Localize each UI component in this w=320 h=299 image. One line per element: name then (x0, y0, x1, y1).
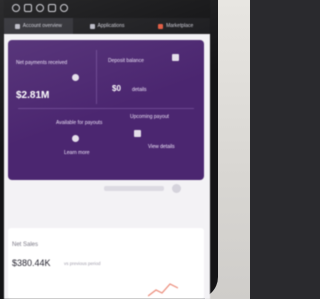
payouts-label: Available for payouts (56, 120, 103, 126)
tab-row: Account overview Applications Marketplac… (4, 18, 210, 34)
tablet-device: Account overview Applications Marketplac… (0, 0, 218, 299)
square-icon (24, 4, 32, 12)
tab-marketplace[interactable]: Marketplace (141, 18, 210, 34)
sales-sub: vs previous period (64, 261, 101, 266)
info-icon[interactable] (72, 74, 79, 81)
sales-value: $380.44K (12, 258, 51, 268)
summary-card: Net payments received $2.81M Deposit bal… (8, 40, 204, 180)
upcoming-label: Upcoming payout (130, 114, 169, 120)
tab-label: Applications (97, 23, 125, 29)
deposit-sub: details (132, 87, 147, 93)
payouts-link[interactable]: Learn more (64, 150, 90, 156)
circle-icon (60, 4, 68, 12)
device-screen: Account overview Applications Marketplac… (4, 0, 210, 299)
divider (96, 50, 97, 104)
sales-panel: Net Sales $380.44K vs previous period (8, 228, 204, 299)
dashboard-icon (14, 23, 20, 29)
circle-icon (12, 4, 20, 12)
apps-icon (89, 23, 95, 29)
tab-label: Account overview (22, 23, 62, 29)
net-payments-label: Net payments received (16, 60, 68, 66)
tab-applications[interactable]: Applications (73, 18, 142, 34)
deposit-label: Deposit balance (108, 58, 144, 64)
settings-icon[interactable] (172, 54, 179, 61)
more-icon[interactable] (172, 184, 181, 193)
square-icon (48, 4, 56, 12)
divider (18, 108, 194, 109)
status-icons (12, 4, 68, 12)
circle-icon (36, 4, 44, 12)
tab-account-overview[interactable]: Account overview (4, 18, 73, 34)
bank-icon (72, 135, 79, 142)
sales-sparkline (148, 283, 178, 297)
status-bar (4, 0, 210, 18)
deposit-value: $0 (112, 84, 121, 93)
tab-label: Marketplace (166, 23, 194, 29)
sales-label: Net Sales (12, 242, 39, 248)
filter-bar[interactable] (104, 186, 164, 191)
calendar-icon (134, 130, 141, 137)
upcoming-link[interactable]: View details (148, 144, 175, 150)
net-payments-value: $2.81M (16, 90, 50, 101)
store-icon (158, 23, 164, 29)
photo-frame: Account overview Applications Marketplac… (0, 0, 250, 299)
